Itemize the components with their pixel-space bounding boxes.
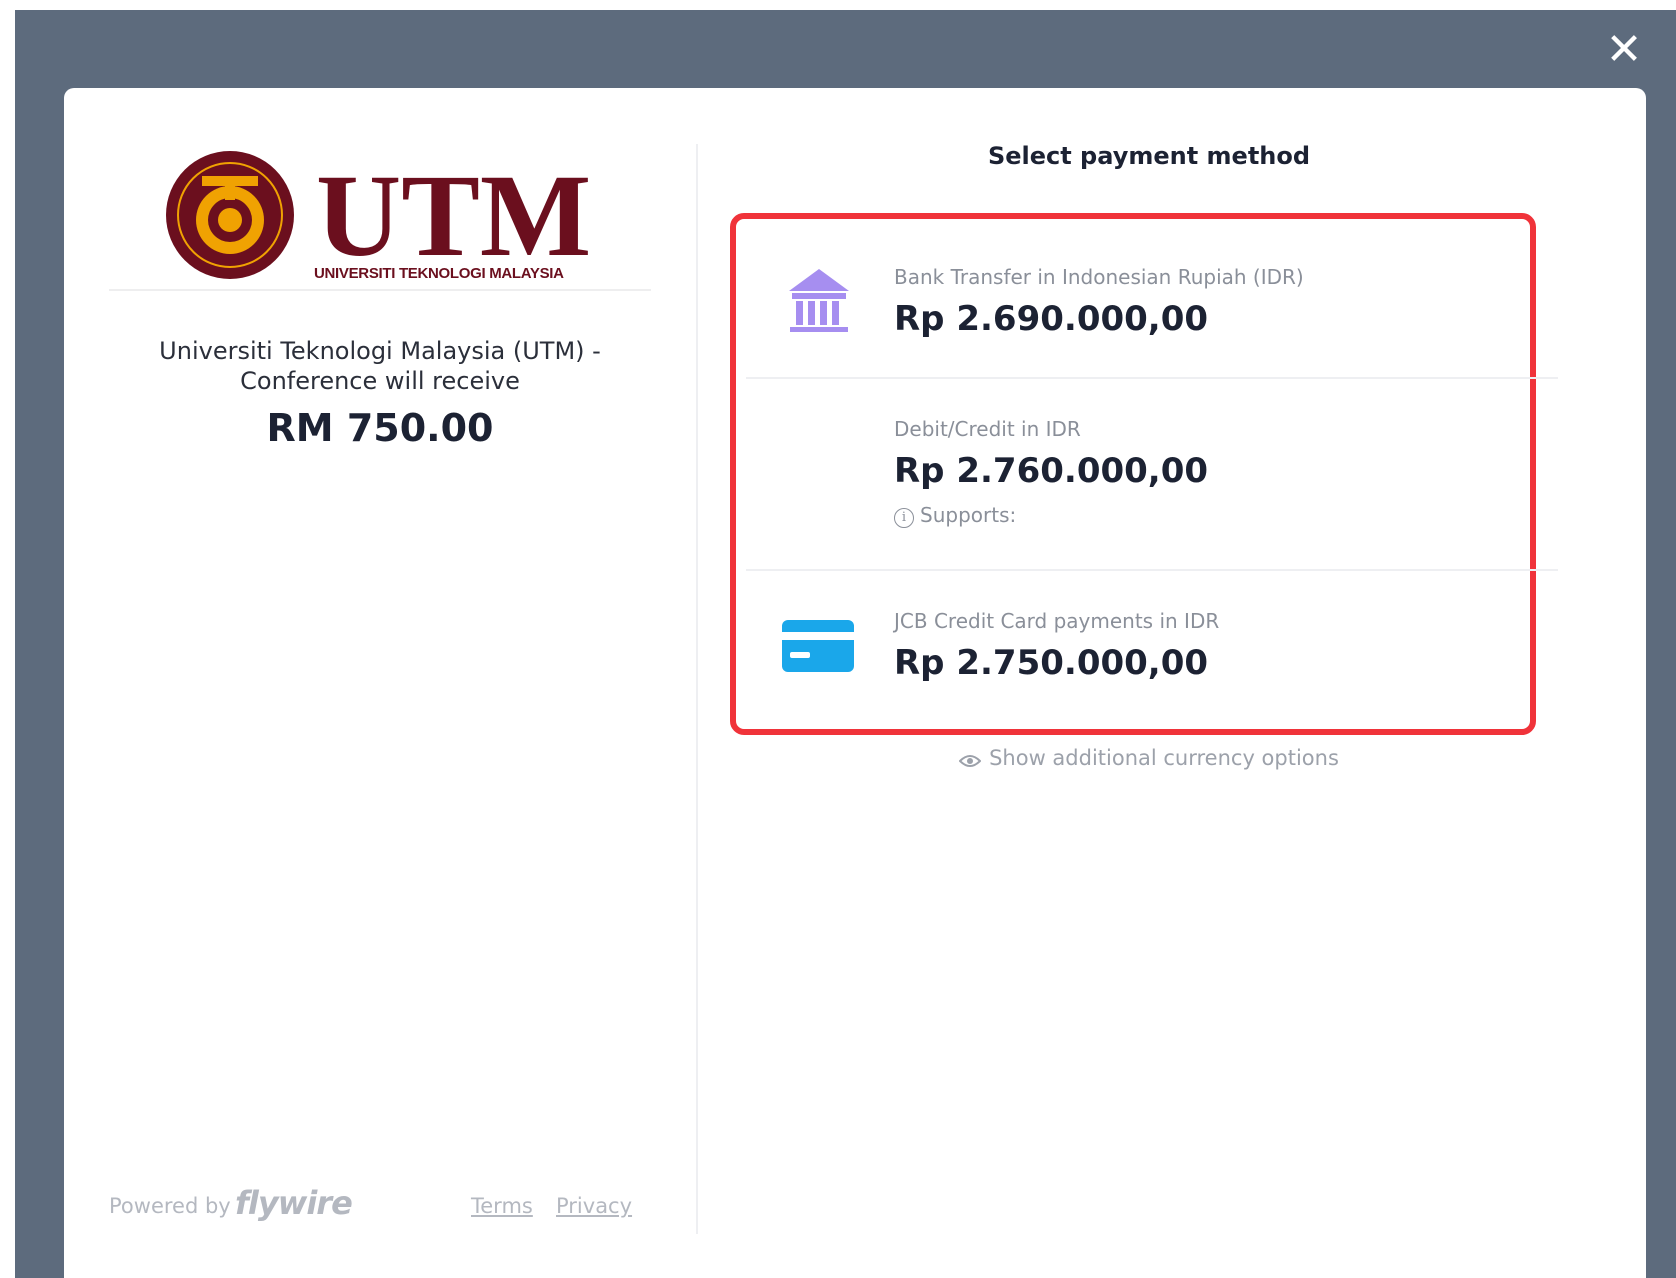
footer: Powered by flywire Terms Privacy [109,1184,654,1228]
supports-note: i Supports: [894,503,1016,528]
logo-subtitle: UNIVERSITI TEKNOLOGI MALAYSIA [314,265,564,282]
eye-icon [959,755,982,767]
payment-title: Select payment method [987,142,1311,170]
supports-label: Supports: [920,503,1017,527]
bank-transfer-amount: Rp 2.690.000,00 [894,299,1209,339]
info-icon: i [894,508,914,528]
bank-icon [789,269,849,332]
flywire-logo: flywire [235,1184,353,1222]
panel-divider [696,144,698,1234]
bank-transfer-label: Bank Transfer in Indonesian Rupiah (IDR) [894,265,1304,289]
logo-letters: UTM [316,150,591,281]
debit-credit-amount: Rp 2.760.000,00 [894,451,1209,491]
logo-divider [109,289,651,291]
receive-amount: RM 750.00 [266,406,494,450]
jcb-card-label: JCB Credit Card payments in IDR [894,609,1220,633]
terms-link[interactable]: Terms [471,1194,533,1218]
receiver-line-1: Universiti Teknologi Malaysia (UTM) - [159,337,601,365]
receiver-description: Universiti Teknologi Malaysia (UTM) - Co… [124,336,636,396]
debit-credit-label: Debit/Credit in IDR [894,417,1081,441]
payment-option-jcb-card[interactable]: JCB Credit Card payments in IDR Rp 2.750… [736,571,1530,723]
payment-option-debit-credit[interactable]: Debit/Credit in IDR Rp 2.760.000,00 i Sup… [736,379,1558,571]
close-icon[interactable]: ✕ [1600,26,1648,74]
payment-methods-highlight: Bank Transfer in Indonesian Rupiah (IDR)… [730,213,1558,735]
merchant-panel: UTM UNIVERSITI TEKNOLOGI MALAYSIA Univer… [64,88,696,1278]
more-options-label: Show additional currency options [989,746,1339,770]
payment-option-bank-transfer[interactable]: Bank Transfer in Indonesian Rupiah (IDR)… [736,219,1558,379]
payment-modal: UTM UNIVERSITI TEKNOLOGI MALAYSIA Univer… [64,88,1646,1278]
powered-by-label: Powered by [109,1194,231,1218]
jcb-card-amount: Rp 2.750.000,00 [894,643,1209,683]
receiver-line-2: Conference will receive [240,367,520,395]
utm-logo: UTM UNIVERSITI TEKNOLOGI MALAYSIA [166,150,591,282]
show-additional-currency-options[interactable]: Show additional currency options [724,746,1574,770]
privacy-link[interactable]: Privacy [556,1194,632,1218]
